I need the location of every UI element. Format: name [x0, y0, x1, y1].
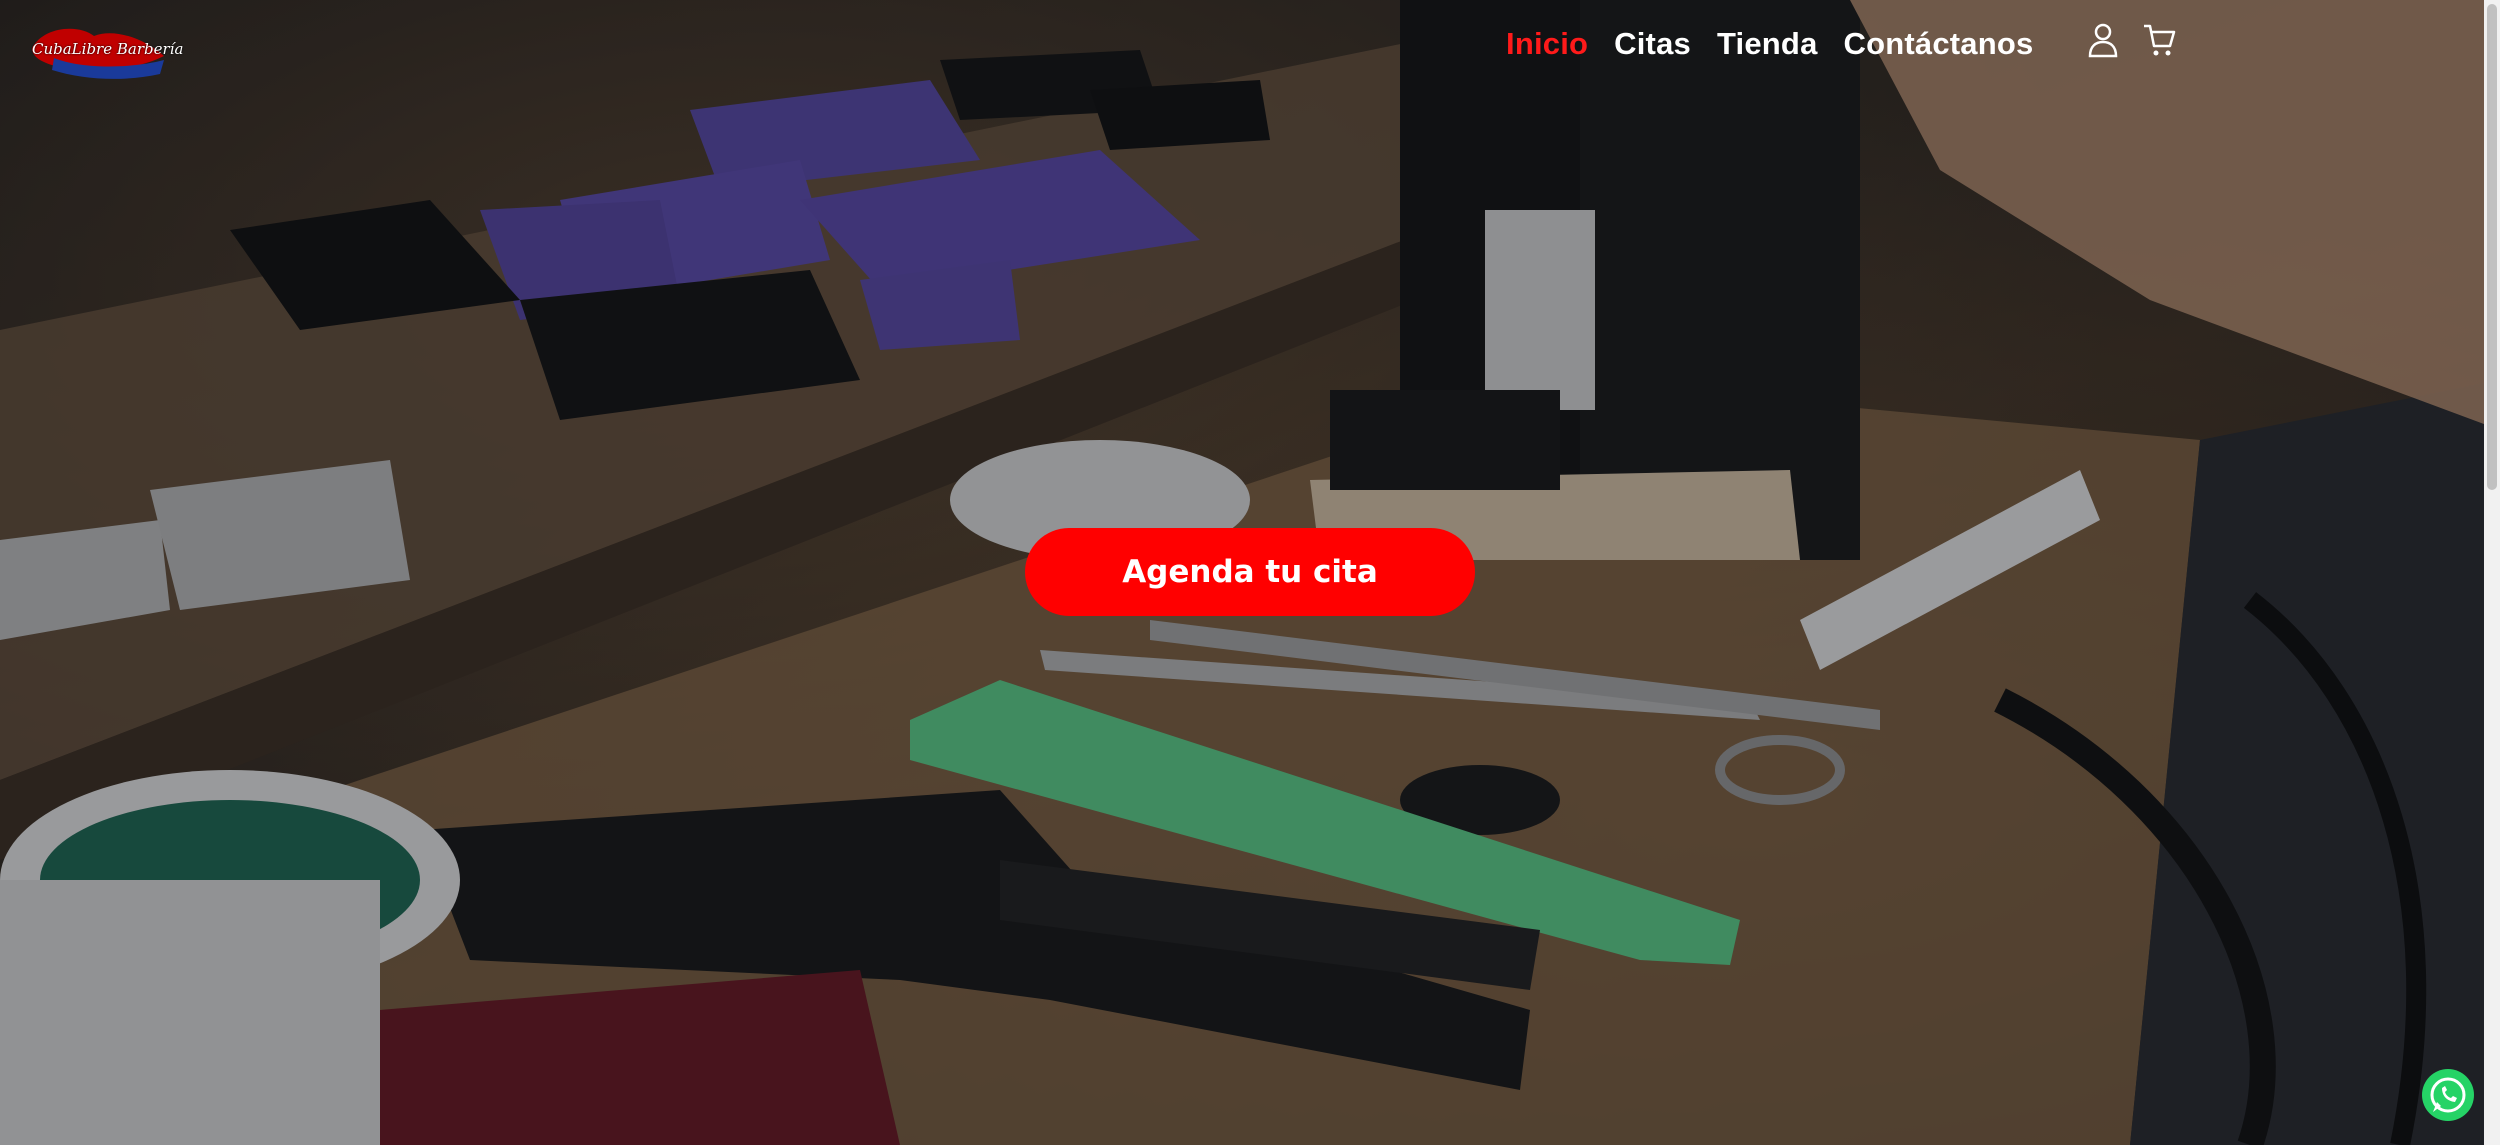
page-scrollbar[interactable] [2484, 0, 2500, 1145]
scrollbar-thumb[interactable] [2487, 4, 2497, 490]
nav-item-tienda[interactable]: Tienda [1717, 26, 1818, 62]
cart-icon[interactable] [2142, 22, 2176, 58]
header-actions [2086, 22, 2176, 58]
nav-item-inicio[interactable]: Inicio [1506, 26, 1588, 62]
whatsapp-icon[interactable] [2421, 1068, 2475, 1122]
nav-item-citas[interactable]: Citas [1614, 26, 1691, 62]
main-nav: Inicio Citas Tienda Contáctanos [1506, 26, 2033, 62]
user-icon[interactable] [2086, 22, 2120, 58]
book-appointment-button[interactable]: Agenda tu cita [1025, 528, 1475, 616]
logo-text: CubaLibre Barbería [32, 40, 184, 58]
brand-logo[interactable]: CubaLibre Barbería [24, 18, 183, 82]
nav-item-contactanos[interactable]: Contáctanos [1844, 26, 2034, 62]
